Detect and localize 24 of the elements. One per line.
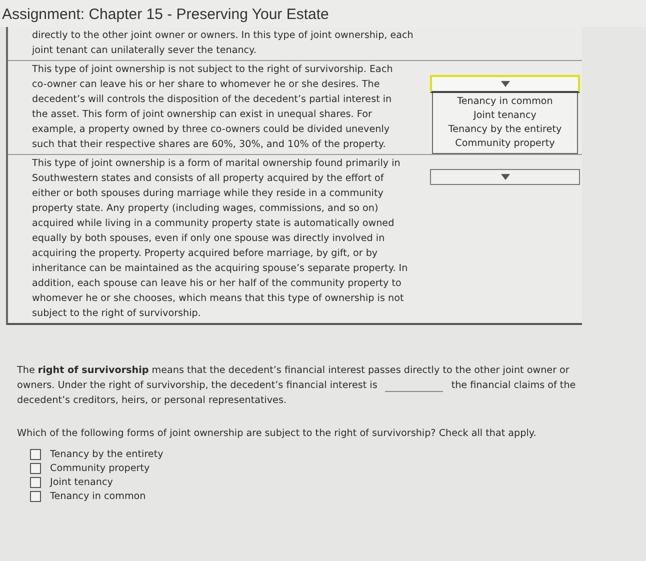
sentence-text: The right of survivorship means that the decedent’s financial interest passes directly to the other joint owner or xyxy=(17,364,570,378)
checkbox[interactable] xyxy=(30,463,41,474)
checkbox[interactable] xyxy=(30,477,41,488)
caret-icon xyxy=(500,81,510,87)
dropdown-option[interactable]: Community property xyxy=(433,137,577,151)
choice-label[interactable]: Tenancy by the entirety xyxy=(50,449,164,460)
sentence-text: the financial claims of the xyxy=(451,379,576,393)
sentence-text: decedent’s creditors, heirs, or personal representatives. xyxy=(17,394,287,408)
question-text: Which of the following forms of joint ownership are subject to the right of survivorship? Check all that apply. xyxy=(17,428,538,439)
choice-label[interactable]: Community property xyxy=(50,463,150,474)
dropdown-option[interactable]: Tenancy by the entirety xyxy=(433,123,577,137)
description-text: This type of joint ownership is a form of marital ownership found primarily in Southwestern states and consists of all property acquired by the effort of either or both spouses during marriage while they reside in a community property state. Any property (including wages, commissions, and so on) acquired while living in a community property state is automatically owned equally by both spouses, even if only one spouse was directly involved in acquiring the property. Property acquired before marriage, by gift, or by inheritance can be maintained as the acquiring spouse’s separate property. In addition, each spouse can leave his or her half of the community property to whomever he or she chooses, which means that this type of ownership is not subject to the right of survivorship. xyxy=(31,157,409,321)
assignment-title: Assignment: Chapter 15 - Preserving Your Estate xyxy=(0,0,646,27)
description-text: directly to the other joint owner or owners. In this type of joint ownership, each joint tenant can unilaterally sever the tenancy. xyxy=(30,29,414,58)
checkbox[interactable] xyxy=(30,491,41,502)
answer-dropdown[interactable] xyxy=(430,169,580,185)
dropdown-option[interactable]: Tenancy in common xyxy=(433,95,577,109)
caret-icon xyxy=(500,174,510,180)
checkbox[interactable] xyxy=(30,449,41,460)
choice-label[interactable]: Tenancy in common xyxy=(50,491,146,502)
choice-label[interactable]: Joint tenancy xyxy=(50,477,113,488)
sentence-text: owners. Under the right of survivorship, the decedent’s financial interest is xyxy=(17,379,378,393)
description-text: This type of joint ownership is not subject to the right of survivorship. Each co-owner can leave his or her share to whomever he or she desires. The decedent’s will controls the disposition of the decedent’s partial interest in the asset. This form of joint ownership can exist in unequal shares. For example, a property owned by three co-owners could be divided unevenly such that their respective shares are 60%, 30%, and 10% of the property. xyxy=(31,63,394,152)
dropdown-option[interactable]: Joint tenancy xyxy=(433,109,577,123)
